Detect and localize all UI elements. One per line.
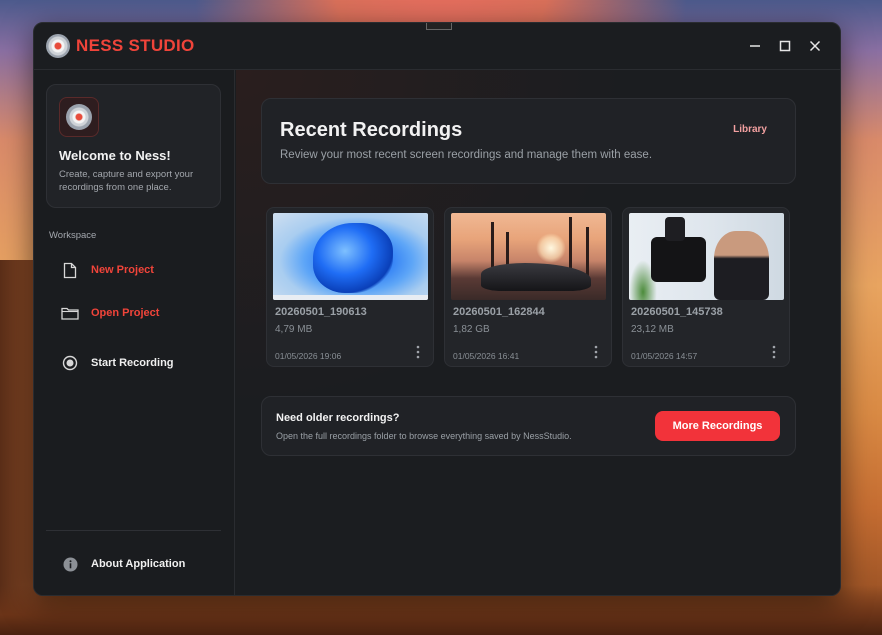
sidebar-item-label: Open Project — [91, 307, 160, 319]
recording-size: 4,79 MB — [275, 324, 313, 335]
app-logo-icon — [46, 34, 70, 58]
more-options-button[interactable] — [591, 344, 601, 360]
more-options-button[interactable] — [413, 344, 423, 360]
kebab-menu-icon — [594, 345, 598, 359]
page-subtitle: Review your most recent screen recording… — [280, 149, 653, 161]
older-recordings-card: Need older recordings? Open the full rec… — [261, 396, 796, 456]
kebab-menu-icon — [416, 345, 420, 359]
sidebar-item-new-project[interactable]: New Project — [49, 255, 221, 285]
close-button[interactable] — [800, 31, 830, 61]
recording-date: 01/05/2026 16:41 — [453, 351, 520, 361]
welcome-logo — [59, 97, 99, 137]
sidebar-item-label: About Application — [91, 558, 186, 570]
disc-icon — [66, 104, 92, 130]
page-title: Recent Recordings — [280, 119, 463, 141]
older-recordings-title: Need older recordings? — [276, 412, 400, 424]
record-icon — [61, 354, 79, 372]
sidebar-item-open-project[interactable]: Open Project — [49, 298, 221, 328]
recording-date: 01/05/2026 14:57 — [631, 351, 698, 361]
recording-card[interactable]: 20260501_190613 4,79 MB 01/05/2026 19:06 — [266, 207, 434, 367]
welcome-card: Welcome to Ness! Create, capture and exp… — [46, 84, 221, 208]
folder-icon — [61, 304, 79, 322]
sidebar-item-label: New Project — [91, 264, 154, 276]
welcome-description: Create, capture and export your recordin… — [59, 169, 194, 193]
more-options-button[interactable] — [769, 344, 779, 360]
library-link[interactable]: Library — [733, 124, 767, 135]
sidebar-item-start-recording[interactable]: Start Recording — [49, 348, 221, 378]
welcome-title: Welcome to Ness! — [59, 148, 171, 163]
maximize-button[interactable] — [770, 31, 800, 61]
recording-name: 20260501_190613 — [275, 306, 367, 318]
recording-thumbnail — [451, 213, 606, 300]
title-bar[interactable]: NESS STUDIO — [34, 23, 840, 70]
sidebar-divider — [46, 530, 221, 531]
recording-name: 20260501_145738 — [631, 306, 723, 318]
info-icon — [61, 555, 79, 573]
minimize-icon — [750, 45, 760, 47]
kebab-menu-icon — [772, 345, 776, 359]
older-recordings-description: Open the full recordings folder to brows… — [276, 431, 572, 441]
sidebar-item-about[interactable]: About Application — [49, 549, 221, 579]
recording-thumbnail — [273, 213, 428, 300]
sidebar: Welcome to Ness! Create, capture and exp… — [34, 70, 235, 595]
recording-card[interactable]: 20260501_145738 23,12 MB 01/05/2026 14:5… — [622, 207, 790, 367]
close-icon — [809, 40, 821, 52]
recording-thumbnail — [629, 213, 784, 300]
maximize-icon — [779, 40, 791, 52]
minimize-button[interactable] — [740, 31, 770, 61]
app-title: NESS STUDIO — [76, 36, 195, 55]
recent-recordings-header: Recent Recordings Review your most recen… — [261, 98, 796, 184]
recording-size: 1,82 GB — [453, 324, 490, 335]
recording-name: 20260501_162844 — [453, 306, 545, 318]
app-window: NESS STUDIO Welcome to Ness! Create, cap… — [33, 22, 841, 596]
recording-size: 23,12 MB — [631, 324, 674, 335]
recording-card[interactable]: 20260501_162844 1,82 GB 01/05/2026 16:41 — [444, 207, 612, 367]
window-controls — [740, 31, 830, 61]
workspace-section-label: Workspace — [49, 230, 97, 241]
recording-date: 01/05/2026 19:06 — [275, 351, 342, 361]
sidebar-item-label: Start Recording — [91, 357, 174, 369]
more-recordings-button[interactable]: More Recordings — [655, 411, 780, 441]
main-content: Recent Recordings Review your most recen… — [236, 70, 840, 595]
file-icon — [61, 261, 79, 279]
